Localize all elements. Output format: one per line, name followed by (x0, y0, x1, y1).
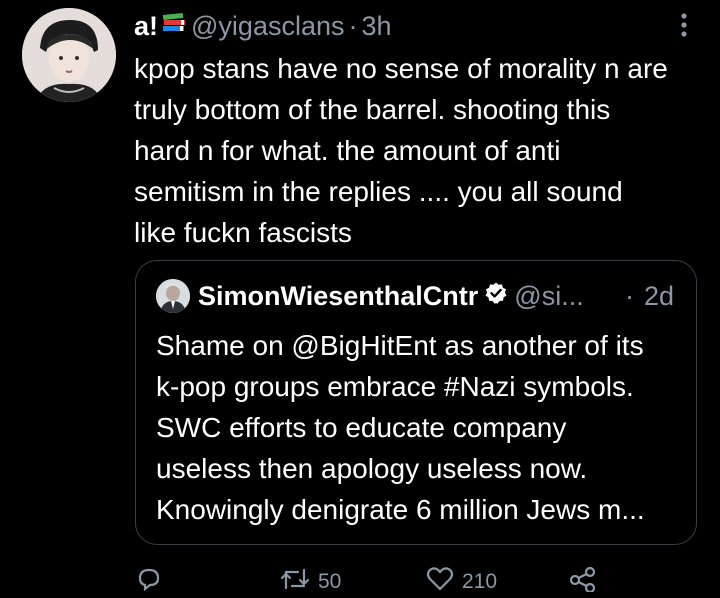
share-button[interactable] (568, 566, 598, 598)
quoted-text-line: useless then apology useless now. (156, 453, 588, 484)
heart-icon (426, 566, 454, 598)
quoted-author-handle: @si... (514, 280, 584, 311)
tweet-text-line: truly bottom of the barrel. shooting thi… (134, 94, 611, 125)
author-handle[interactable]: @yigasclans (191, 11, 344, 42)
share-icon (568, 566, 598, 598)
tweet-text-line: kpop stans have no sense of morality n a… (134, 53, 668, 84)
quoted-tweet-header: SimonWiesenthalCntr @si... · 2d (156, 277, 674, 315)
quoted-header-separator: · (625, 280, 634, 311)
quoted-tweet-card[interactable]: SimonWiesenthalCntr @si... · 2d Shame on… (135, 260, 697, 545)
reply-button[interactable] (136, 566, 162, 598)
tweet-text-line: semitism in the replies .... you all sou… (134, 176, 623, 207)
header-separator: · (348, 10, 358, 41)
quoted-tweet-text: Shame on @BigHitEnt as another of its k-… (156, 325, 686, 530)
quoted-author-avatar (156, 279, 190, 313)
tweet-text-line: hard n for what. the amount of anti (134, 135, 561, 166)
like-button[interactable]: 210 (426, 566, 497, 598)
author-avatar[interactable] (22, 8, 116, 102)
more-options-icon[interactable] (670, 8, 698, 42)
verified-badge-icon (484, 281, 508, 312)
tweet-action-bar: 50 210 (134, 566, 614, 596)
tweet-timestamp[interactable]: 3h (362, 11, 392, 42)
quoted-text-line: Shame on @BigHitEnt as another of its (156, 330, 644, 361)
tweet-header: a! @yigasclans · 3h (134, 9, 392, 43)
retweet-button[interactable]: 50 (280, 566, 341, 598)
quoted-text-line: Knowingly denigrate 6 million Jews m... (156, 494, 645, 525)
author-display-name[interactable]: a! (134, 11, 158, 42)
quoted-tweet-timestamp: 2d (644, 280, 675, 311)
like-count: 210 (462, 570, 498, 593)
quoted-author-display-name: SimonWiesenthalCntr (198, 280, 479, 311)
avatar-image (22, 8, 116, 102)
retweet-count: 50 (318, 570, 342, 593)
reply-icon (136, 566, 162, 598)
tweet-text: kpop stans have no sense of morality n a… (134, 48, 694, 253)
retweet-icon (280, 566, 310, 598)
books-emoji-icon (161, 11, 187, 42)
tweet-text-line: like fuckn fascists (134, 217, 352, 248)
quoted-text-line: k-pop groups embrace #Nazi symbols. (156, 371, 634, 402)
quoted-text-line: SWC efforts to educate company (156, 412, 567, 443)
